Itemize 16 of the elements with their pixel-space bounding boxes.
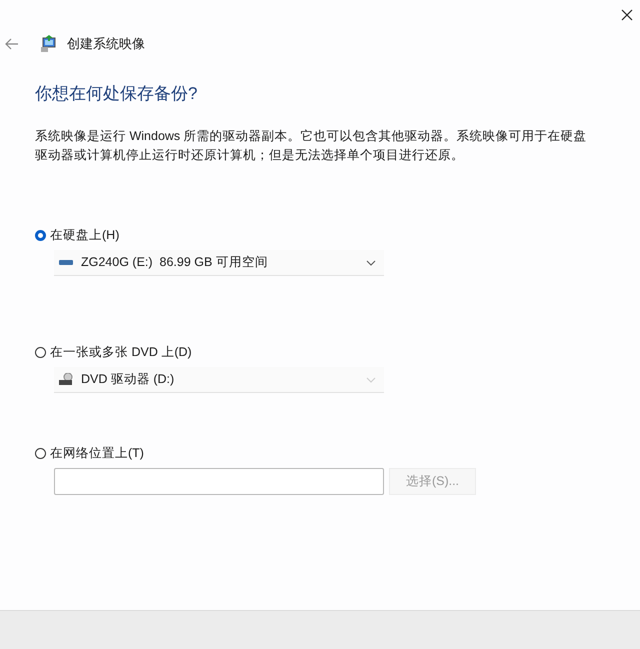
drive-dropdown[interactable]: ZG240G (E:) 86.99 GB 可用空间: [54, 250, 384, 276]
page-heading: 你想在何处保存备份?: [35, 83, 198, 105]
window-title: 创建系统映像: [67, 35, 145, 53]
radio-button[interactable]: [35, 448, 46, 459]
drive-icon: [59, 260, 73, 265]
radio-button[interactable]: [35, 347, 46, 358]
radio-button[interactable]: [35, 230, 46, 241]
radio-label[interactable]: 在硬盘上(H): [50, 227, 120, 244]
network-path-field[interactable]: [54, 468, 384, 495]
description-text: 系统映像是运行 Windows 所需的驱动器副本。它也可以包含其他驱动器。系统映像可用于在硬盘驱动器或计算机停止运行时还原计算机；但是无法选择单个项目进行还原。: [35, 128, 588, 164]
radio-label[interactable]: 在一张或多张 DVD 上(D): [50, 344, 192, 361]
dvd-drive-icon: [59, 373, 73, 386]
back-arrow-icon[interactable]: [5, 38, 19, 50]
close-icon[interactable]: [621, 9, 633, 21]
computer-backup-icon: [41, 35, 57, 53]
radio-label[interactable]: 在网络位置上(T): [50, 445, 144, 462]
